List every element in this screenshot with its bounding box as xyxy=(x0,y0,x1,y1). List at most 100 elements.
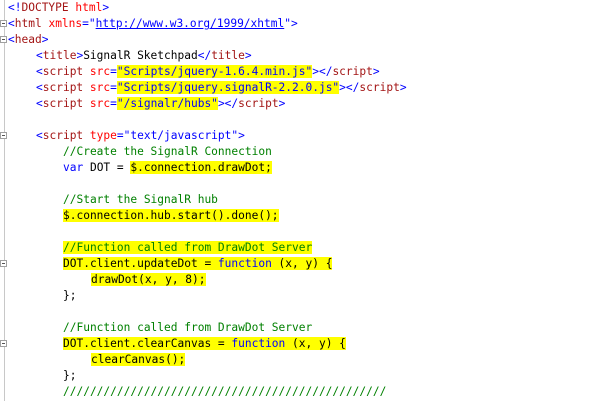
code-token: =" xyxy=(82,17,96,30)
code-token: > xyxy=(278,97,286,110)
code-token: src xyxy=(89,81,111,94)
code-text: <head> xyxy=(8,32,48,48)
code-token: > xyxy=(399,81,407,94)
code-text: }; xyxy=(63,368,76,384)
code-token: =" xyxy=(116,129,131,142)
code-token: http://www.w3.org/1999/xhtml xyxy=(95,17,285,30)
code-token: ////////////////////////////////////////… xyxy=(63,385,387,398)
code-token: = xyxy=(110,81,117,94)
collapse-toggle-icon[interactable] xyxy=(0,260,7,267)
code-line[interactable]: < script src="Scripts/jquery-1.6.4.min.js… xyxy=(0,64,615,80)
code-line[interactable]: clearCanvas(); xyxy=(0,352,615,368)
code-token: < xyxy=(36,65,43,78)
code-line[interactable]: <script type="text/javascript"> xyxy=(0,128,615,144)
code-token: > xyxy=(372,65,380,78)
code-token: }; xyxy=(63,289,77,302)
code-text: < script src="Scripts/jquery-1.6.4.min.js… xyxy=(36,64,380,80)
code-line[interactable] xyxy=(0,176,615,192)
code-line[interactable]: //Function called from DrawDot Server xyxy=(0,240,615,256)
code-token: title xyxy=(42,49,77,62)
code-token: "> xyxy=(231,129,245,142)
code-line[interactable]: var DOT = $.connection.drawDot; xyxy=(0,160,615,176)
code-token: function xyxy=(217,257,272,270)
code-text: <title>SignalR Sketchpad</title> xyxy=(36,48,252,64)
code-text: DOT.client.updateDot = function (x, y) { xyxy=(63,256,333,272)
code-token: $.connection.hub.start().done(); xyxy=(63,209,279,222)
code-text: }; xyxy=(63,288,76,304)
code-token: //Start the SignalR hub xyxy=(63,193,218,206)
code-line[interactable]: $.connection.hub.start().done(); xyxy=(0,208,615,224)
code-token: $.connection.drawDot; xyxy=(130,161,272,174)
code-line[interactable]: <!DOCTYPE html> xyxy=(0,0,615,16)
code-token: xmlns xyxy=(48,17,83,30)
code-token: var xyxy=(63,161,84,174)
code-token: > xyxy=(244,49,252,62)
code-line[interactable]: ////////////////////////////////////////… xyxy=(0,384,615,400)
code-token: title xyxy=(211,49,245,62)
code-token: drawDot(x, y, 8); xyxy=(91,273,206,286)
code-token: > xyxy=(41,33,49,46)
code-line[interactable]: }; xyxy=(0,288,615,304)
code-token: = xyxy=(110,65,117,78)
code-token: src xyxy=(89,65,111,78)
code-text: <script src="/signalr/hubs"></script> xyxy=(36,96,285,112)
code-line[interactable]: //Create the SignalR Connection xyxy=(0,144,615,160)
code-line[interactable]: <html xmlns="http://www.w3.org/1999/xhtm… xyxy=(0,16,615,32)
code-token: clearCanvas(); xyxy=(91,353,186,366)
code-token: head xyxy=(14,33,42,46)
code-token: ></ xyxy=(217,97,239,110)
code-line[interactable]: <script src="/signalr/hubs"></script> xyxy=(0,96,615,112)
code-text: DOT.client.clearCanvas = function (x, y)… xyxy=(63,336,346,352)
code-text: <html xmlns="http://www.w3.org/1999/xhtm… xyxy=(8,16,298,32)
code-line[interactable]: }; xyxy=(0,368,615,384)
code-token: < xyxy=(8,17,15,30)
code-line[interactable]: drawDot(x, y, 8); xyxy=(0,272,615,288)
code-token: < xyxy=(8,33,15,46)
code-line[interactable]: DOT.client.updateDot = function (x, y) { xyxy=(0,256,615,272)
code-line[interactable]: <script src="Scripts/jquery.signalR-2.2.… xyxy=(0,80,615,96)
code-token: script xyxy=(42,81,84,94)
code-line[interactable]: <title>SignalR Sketchpad</title> xyxy=(0,48,615,64)
code-line[interactable] xyxy=(0,112,615,128)
collapse-toggle-icon[interactable] xyxy=(0,340,7,347)
collapse-toggle-icon[interactable] xyxy=(0,132,7,139)
code-line[interactable]: //Start the SignalR hub xyxy=(0,192,615,208)
code-token: "/signalr/hubs" xyxy=(116,97,218,110)
code-text: //Function called from DrawDot Server xyxy=(63,240,313,256)
code-token: DOT.client.clearCanvas = xyxy=(63,337,232,350)
code-line[interactable] xyxy=(0,304,615,320)
code-token: "> xyxy=(284,17,298,30)
collapse-toggle-icon[interactable] xyxy=(0,36,7,43)
code-token: (x, y) { xyxy=(285,337,346,350)
code-token: //Function called from DrawDot Server xyxy=(63,241,313,254)
code-token: < xyxy=(36,81,43,94)
code-text: //Create the SignalR Connection xyxy=(63,144,272,160)
code-line[interactable]: <head> xyxy=(0,32,615,48)
code-text: drawDot(x, y, 8); xyxy=(91,272,206,288)
code-token: script xyxy=(42,97,84,110)
code-text: //Start the SignalR hub xyxy=(63,192,218,208)
code-line[interactable]: DOT.client.clearCanvas = function (x, y)… xyxy=(0,336,615,352)
code-token: "Scripts/jquery-1.6.4.min.js" xyxy=(116,65,313,78)
code-token: < xyxy=(36,129,43,142)
code-line[interactable]: //Function called from DrawDot Server xyxy=(0,320,615,336)
code-text: <script type="text/javascript"> xyxy=(36,128,245,144)
code-token: = xyxy=(110,97,117,110)
code-editor[interactable]: <!DOCTYPE html> <html xmlns="http://www.w… xyxy=(0,0,615,401)
code-token: script xyxy=(332,65,373,78)
code-line[interactable] xyxy=(0,224,615,240)
code-token: text/javascript xyxy=(130,129,232,142)
code-token: DOT = xyxy=(83,161,131,174)
code-token: //Function called from DrawDot Server xyxy=(63,321,313,334)
code-token: DOT.client.updateDot = xyxy=(63,257,218,270)
code-text: var DOT = $.connection.drawDot; xyxy=(63,160,272,176)
collapse-toggle-icon[interactable] xyxy=(0,20,7,27)
code-text: <script src="Scripts/jquery.signalR-2.2.… xyxy=(36,80,407,96)
code-token: < xyxy=(36,97,43,110)
code-token: ></ xyxy=(339,81,360,94)
code-text: <!DOCTYPE html> xyxy=(8,0,109,16)
